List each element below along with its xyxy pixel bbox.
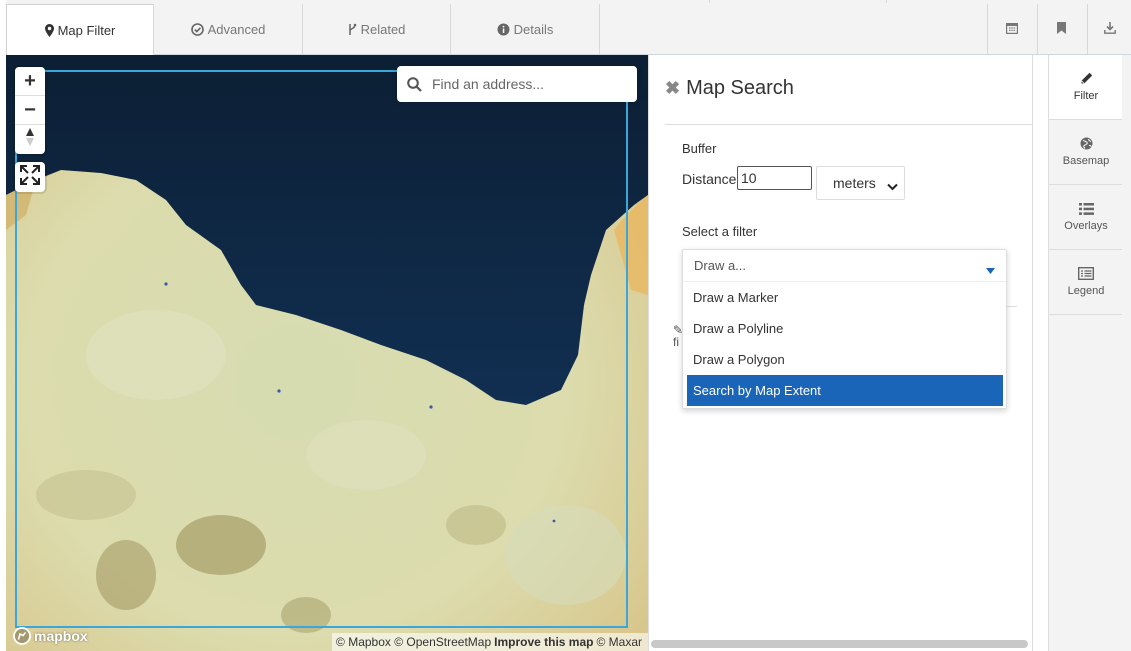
globe-icon: [1080, 137, 1093, 150]
tab-label: Advanced: [207, 22, 266, 37]
caret-down-icon: [986, 262, 995, 277]
close-icon[interactable]: ✖: [665, 78, 680, 99]
tab-advanced[interactable]: Advanced: [154, 4, 303, 55]
mapbox-logo-text: mapbox: [34, 628, 88, 644]
rail-item-legend[interactable]: Legend: [1049, 250, 1123, 315]
filter-option-polyline[interactable]: Draw a Polyline: [687, 313, 1003, 344]
mapbox-logo-icon: [13, 627, 31, 645]
divider: [600, 0, 710, 3]
rail-label: Basemap: [1062, 155, 1110, 167]
bookmark-button[interactable]: [1037, 4, 1085, 55]
rail-item-overlays[interactable]: Overlays: [1049, 185, 1123, 250]
search-icon: [407, 76, 422, 92]
tab-label: Details: [513, 22, 554, 37]
right-edge: [1122, 55, 1131, 651]
units-select[interactable]: meters: [816, 166, 905, 200]
filter-option-map-extent[interactable]: Search by Map Extent: [687, 375, 1003, 406]
attribution-maxar[interactable]: © Maxar: [596, 635, 642, 649]
rail-label: Overlays: [1064, 219, 1108, 232]
divider: [665, 124, 1033, 125]
chevron-down-icon: [887, 178, 898, 194]
right-rail: Filter Basemap Overlays Legend: [1048, 55, 1123, 651]
filter-option-polygon[interactable]: Draw a Polygon: [687, 344, 1003, 375]
tab-related[interactable]: Related: [303, 4, 451, 55]
tab-details[interactable]: Details: [451, 4, 600, 55]
filter-dropdown[interactable]: Draw a... Draw a Marker Draw a Polyline …: [682, 249, 1007, 409]
compass-button[interactable]: [15, 125, 45, 154]
satellite-imagery: [6, 55, 648, 651]
divider: [710, 0, 887, 3]
partial-text: fi: [673, 335, 679, 349]
bookmark-icon: [1057, 21, 1066, 39]
zoom-in-button[interactable]: +: [15, 67, 45, 96]
improve-map-link[interactable]: Improve this map: [494, 635, 593, 649]
tab-label: Related: [360, 22, 406, 37]
fullscreen-button[interactable]: [15, 162, 45, 192]
rail-item-basemap[interactable]: Basemap: [1049, 120, 1123, 185]
pencil-icon: [1080, 72, 1093, 85]
panel-header: ✖ Map Search: [665, 77, 794, 100]
legend-icon: [1078, 267, 1094, 280]
top-tab-bar: Map Filter Advanced Related Details: [0, 0, 1131, 56]
zoom-out-button[interactable]: −: [15, 96, 45, 125]
map-marker-icon: [44, 24, 54, 37]
horizontal-scrollbar[interactable]: [651, 640, 1028, 648]
rail-label: Legend: [1067, 285, 1105, 297]
filter-dropdown-head[interactable]: Draw a...: [683, 250, 1006, 282]
units-value: meters: [833, 175, 876, 191]
buffer-label: Buffer: [682, 141, 717, 156]
tab-map-filter[interactable]: Map Filter: [6, 4, 154, 56]
distance-input[interactable]: 10: [737, 166, 812, 190]
attribution-mapbox[interactable]: © Mapbox: [336, 635, 391, 649]
divider: [1006, 306, 1017, 307]
calendar-button[interactable]: [987, 4, 1035, 55]
map-canvas[interactable]: + − mapbox © Mapbox © OpenStreetMap Impr…: [6, 55, 648, 651]
address-search: [397, 66, 637, 102]
attribution-osm[interactable]: © OpenStreetMap: [394, 635, 491, 649]
download-icon: [1103, 21, 1116, 39]
map-search-panel: ✖ Map Search Buffer Distance 10 meters S…: [648, 55, 1033, 651]
rail-label: Filter: [1073, 90, 1099, 102]
expand-icon: [20, 164, 40, 190]
list-icon: [1078, 202, 1094, 215]
distance-label: Distance: [682, 171, 737, 187]
map-attribution: © Mapbox © OpenStreetMap Improve this ma…: [332, 633, 648, 651]
download-button[interactable]: [1087, 4, 1131, 55]
branch-icon: [348, 23, 357, 36]
calendar-icon: [1005, 21, 1018, 39]
address-search-input[interactable]: [432, 76, 622, 92]
zoom-controls: + −: [15, 67, 45, 154]
info-circle-icon: [497, 23, 510, 36]
tab-label: Map Filter: [57, 23, 116, 38]
check-circle-icon: [190, 23, 204, 36]
filter-placeholder: Draw a...: [694, 258, 747, 273]
filter-label: Select a filter: [682, 224, 758, 239]
filter-option-marker[interactable]: Draw a Marker: [687, 282, 1003, 313]
panel-title: Map Search: [686, 77, 794, 99]
rail-item-filter[interactable]: Filter: [1049, 55, 1123, 120]
compass-icon: [25, 127, 35, 153]
mapbox-logo[interactable]: mapbox: [13, 627, 88, 645]
